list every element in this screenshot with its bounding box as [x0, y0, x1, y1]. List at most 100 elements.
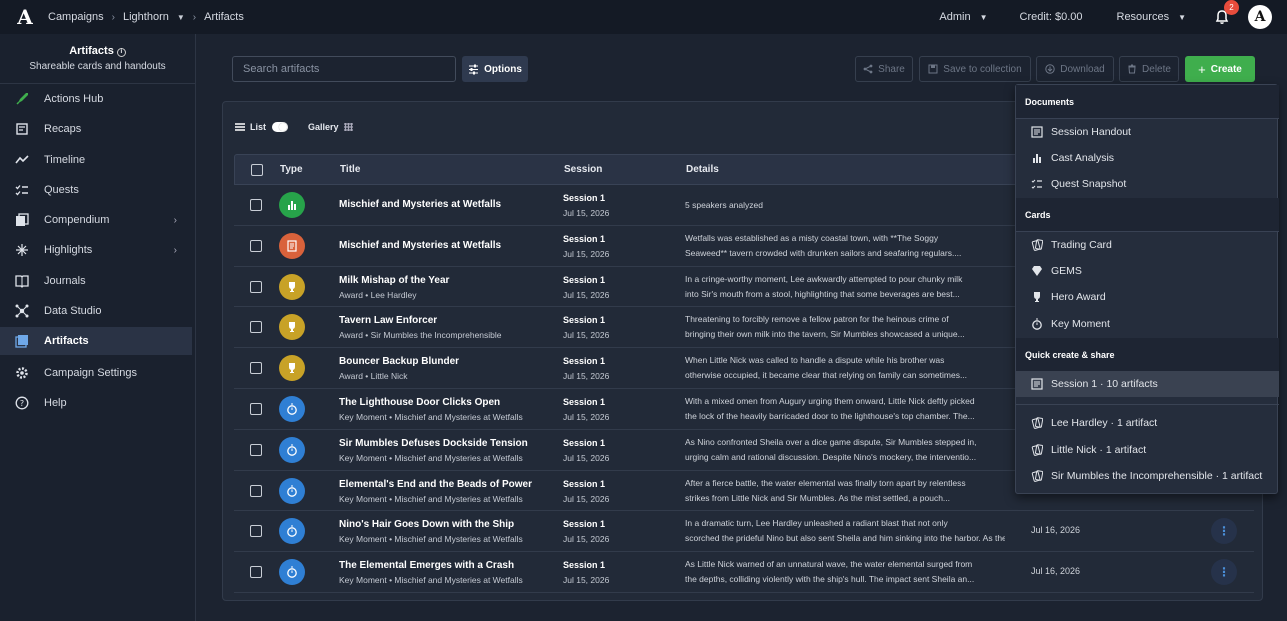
row-checkbox[interactable]	[250, 280, 262, 293]
view-toggle: List Gallery	[235, 122, 353, 132]
menu-item-hero-award[interactable]: Hero Award	[1016, 284, 1279, 310]
share-icon	[863, 64, 873, 74]
chevron-down-icon: ▼	[1178, 12, 1186, 22]
sidebar-item-label: Artifacts	[44, 335, 89, 347]
row-checkbox[interactable]	[250, 484, 262, 497]
sidebar-item-quests[interactable]: Quests	[0, 176, 192, 204]
session-date: Jul 15, 2026	[563, 452, 610, 463]
sidebar-item-highlights[interactable]: Highlights ›	[0, 236, 192, 264]
row-checkbox[interactable]	[250, 321, 262, 334]
sidebar-item-recaps[interactable]: Recaps	[0, 115, 192, 143]
sidebar-item-actions-hub[interactable]: Actions Hub	[0, 85, 192, 113]
artifact-details: In a dramatic turn, Lee Hardley unleashe…	[685, 516, 1005, 546]
menu-item-person[interactable]: Little Nick · 1 artifact	[1016, 437, 1279, 463]
more-options-button[interactable]: ⋮	[1211, 518, 1237, 545]
menu-item-person[interactable]: Lee Hardley · 1 artifact	[1016, 410, 1279, 436]
app-logo[interactable]: A	[14, 5, 36, 29]
details-line: strikes from Little Nick and Sir Mumbles…	[685, 492, 951, 503]
session-name: Session 1	[563, 274, 606, 285]
sidebar-item-timeline[interactable]: Timeline	[0, 146, 192, 174]
stopwatch-icon	[1030, 318, 1043, 331]
header-type[interactable]: Type	[280, 164, 303, 175]
artifact-subtitle: Key Moment • Mischief and Mysteries at W…	[339, 575, 523, 586]
menu-item-gems[interactable]: GEMS	[1016, 258, 1279, 284]
artifact-title[interactable]: Mischief and Mysteries at Wetfalls	[339, 199, 559, 210]
gem-icon	[1030, 265, 1043, 278]
row-checkbox[interactable]	[250, 402, 262, 415]
delete-button[interactable]: Delete	[1119, 56, 1179, 82]
menu-item-session-handout[interactable]: Session Handout	[1016, 119, 1279, 145]
more-options-button[interactable]: ⋮	[1211, 559, 1237, 586]
sidebar-item-artifacts[interactable]: Artifacts	[0, 327, 192, 355]
artifact-title[interactable]: Tavern Law Enforcer	[339, 315, 559, 326]
sidebar-item-data-studio[interactable]: Data Studio	[0, 297, 192, 325]
resources-menu[interactable]: Resources ▼	[1117, 11, 1187, 23]
sidebar-item-compendium[interactable]: Compendium ›	[0, 206, 192, 234]
sidebar-item-label: Journals	[44, 275, 86, 287]
cards-icon	[1030, 470, 1043, 483]
sidebar-item-campaign-settings[interactable]: Campaign Settings	[0, 359, 192, 387]
details-line: After a fierce battle, the water element…	[685, 477, 966, 488]
header-details[interactable]: Details	[686, 164, 719, 175]
details-line: into Sir's mouth from a stool, highlight…	[685, 288, 960, 299]
checklist-icon	[15, 183, 29, 197]
menu-item-quest-snapshot[interactable]: Quest Snapshot	[1016, 171, 1279, 197]
create-button[interactable]: + Create	[1185, 56, 1255, 82]
row-checkbox[interactable]	[250, 199, 262, 211]
artifact-title[interactable]: Elemental's End and the Beads of Power	[339, 479, 559, 490]
notifications-button[interactable]: 2	[1214, 0, 1239, 25]
header-session[interactable]: Session	[564, 164, 602, 175]
admin-label: Admin	[939, 11, 971, 23]
header-title[interactable]: Title	[340, 164, 360, 175]
admin-menu[interactable]: Admin ▼	[939, 11, 987, 23]
stopwatch-icon	[279, 477, 305, 504]
row-checkbox[interactable]	[250, 362, 262, 375]
avatar[interactable]: A	[1248, 5, 1272, 29]
artifact-title[interactable]: Sir Mumbles Defuses Dockside Tension	[339, 438, 559, 449]
sidebar-item-label: Data Studio	[44, 305, 102, 317]
artifact-title[interactable]: Bouncer Backup Blunder	[339, 356, 559, 367]
chevron-down-icon[interactable]: ▼	[177, 13, 185, 22]
row-checkbox[interactable]	[250, 525, 262, 538]
menu-item-key-moment[interactable]: Key Moment	[1016, 311, 1279, 337]
row-checkbox[interactable]	[250, 239, 262, 252]
menu-item-session-quick-create[interactable]: Session 1 · 10 artifacts	[1016, 371, 1279, 397]
table-row[interactable]: Nino's Hair Goes Down with the Ship Key …	[234, 511, 1254, 553]
sidebar-item-journals[interactable]: Journals	[0, 267, 192, 295]
row-checkbox[interactable]	[250, 443, 262, 456]
search-input[interactable]: Search artifacts	[232, 56, 456, 82]
artifact-title[interactable]: Nino's Hair Goes Down with the Ship	[339, 519, 559, 530]
save-icon	[928, 64, 938, 74]
artifact-title[interactable]: The Elemental Emerges with a Crash	[339, 560, 559, 571]
info-icon[interactable]: i	[116, 48, 126, 57]
artifact-details: As Little Nick warned of an unnatural wa…	[685, 557, 1005, 587]
table-row[interactable]: The Elemental Emerges with a Crash Key M…	[234, 552, 1254, 593]
menu-item-label: GEMS	[1051, 265, 1082, 277]
menu-item-person[interactable]: Sir Mumbles the Incomprehensible · 1 art…	[1016, 463, 1279, 489]
save-to-collection-button[interactable]: Save to collection	[919, 56, 1031, 82]
menu-item-label: Lee Hardley · 1 artifact	[1051, 417, 1158, 429]
download-button[interactable]: Download	[1036, 56, 1114, 82]
artifact-title[interactable]: Milk Mishap of the Year	[339, 275, 559, 286]
gallery-view-label[interactable]: Gallery	[308, 122, 339, 132]
menu-header-quick: Quick create & share	[1016, 338, 1279, 372]
breadcrumb-campaign[interactable]: Lighthorn	[123, 11, 169, 23]
options-button[interactable]: Options	[462, 56, 528, 82]
select-all-checkbox[interactable]	[251, 164, 263, 176]
breadcrumb-campaigns[interactable]: Campaigns	[48, 11, 104, 23]
artifact-title[interactable]: Mischief and Mysteries at Wetfalls	[339, 240, 559, 251]
cards-icon	[1030, 417, 1043, 430]
menu-item-label: Cast Analysis	[1051, 152, 1115, 164]
sidebar-title: Artifacts	[69, 45, 114, 57]
menu-item-trading-card[interactable]: Trading Card	[1016, 232, 1279, 258]
artifact-title[interactable]: The Lighthouse Door Clicks Open	[339, 397, 559, 408]
share-button[interactable]: Share	[855, 56, 913, 82]
row-checkbox[interactable]	[250, 566, 262, 579]
view-toggle-switch[interactable]	[272, 122, 289, 132]
sidebar-item-label: Campaign Settings	[44, 367, 137, 379]
delete-label: Delete	[1142, 63, 1171, 75]
menu-item-cast-analysis[interactable]: Cast Analysis	[1016, 145, 1279, 171]
details-line: As Nino confronted Sheila over a dice ga…	[685, 436, 977, 447]
list-view-label[interactable]: List	[250, 122, 266, 132]
sidebar-item-help[interactable]: ? Help	[0, 389, 192, 417]
